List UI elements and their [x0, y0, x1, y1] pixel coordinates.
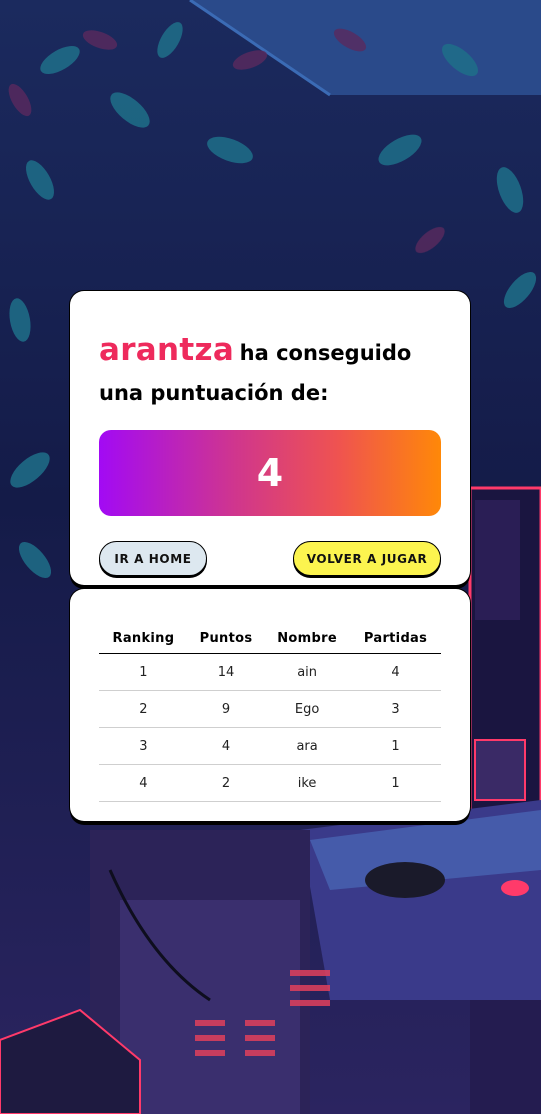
- cell-partidas: 1: [350, 764, 441, 802]
- play-again-button[interactable]: VOLVER A JUGAR: [293, 541, 441, 576]
- cell-ranking: 2: [99, 690, 188, 728]
- column-header-ranking: Ranking: [99, 623, 188, 654]
- cell-nombre: ara: [264, 727, 351, 765]
- action-buttons: IR A HOME VOLVER A JUGAR: [99, 541, 441, 576]
- score-value: 4: [256, 451, 284, 495]
- cell-puntos: 2: [187, 764, 265, 802]
- cell-puntos: 14: [187, 653, 265, 691]
- cell-nombre: ike: [264, 764, 351, 802]
- score-card: arantza ha conseguido una puntuación de:…: [70, 291, 470, 585]
- go-home-button[interactable]: IR A HOME: [99, 541, 207, 576]
- table-row: 2 9 Ego 3: [99, 690, 441, 728]
- table-row: 1 14 ain 4: [99, 653, 441, 691]
- cell-ranking: 4: [99, 764, 188, 802]
- cell-nombre: Ego: [264, 690, 351, 728]
- ranking-header-row: Ranking Puntos Nombre Partidas: [99, 623, 441, 654]
- cell-puntos: 4: [187, 727, 265, 765]
- column-header-partidas: Partidas: [350, 623, 441, 654]
- cell-ranking: 1: [99, 653, 188, 691]
- table-row: 4 2 ike 1: [99, 764, 441, 802]
- cell-ranking: 3: [99, 727, 188, 765]
- cell-partidas: 4: [350, 653, 441, 691]
- score-display: 4: [99, 430, 441, 516]
- column-header-nombre: Nombre: [264, 623, 351, 654]
- ranking-table: Ranking Puntos Nombre Partidas 1 14 ain …: [99, 623, 441, 802]
- cell-nombre: ain: [264, 653, 351, 691]
- column-header-puntos: Puntos: [187, 623, 265, 654]
- table-row: 3 4 ara 1: [99, 727, 441, 765]
- cell-partidas: 1: [350, 727, 441, 765]
- cell-partidas: 3: [350, 690, 441, 728]
- player-name: arantza: [99, 332, 235, 368]
- result-headline: arantza ha conseguido una puntuación de:: [99, 331, 441, 414]
- ranking-card: Ranking Puntos Nombre Partidas 1 14 ain …: [70, 589, 470, 821]
- cell-puntos: 9: [187, 690, 265, 728]
